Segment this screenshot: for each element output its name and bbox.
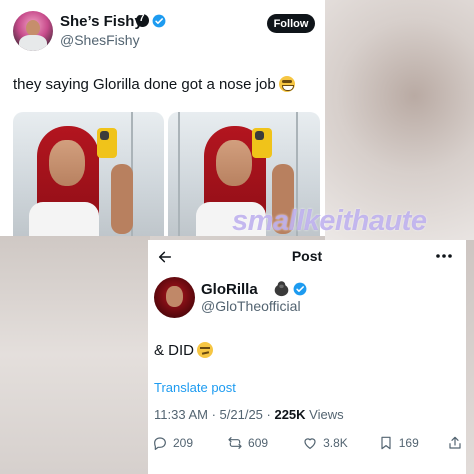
bookmark-icon	[381, 436, 391, 450]
top-tweet-card: She’s Fishy @ShesFishy Follow they sayin…	[0, 0, 325, 236]
heart-icon	[304, 438, 316, 449]
post-text: & DID	[154, 342, 214, 359]
repost-icon	[228, 437, 242, 449]
share-button[interactable]	[447, 435, 463, 451]
post-meta: 11:33 AM · 5/21/25 · 225K Views	[154, 407, 344, 422]
avatar[interactable]	[13, 11, 53, 51]
post-actions: 209 609 3.8K 169	[152, 435, 462, 451]
tweet-photo-1[interactable]	[13, 112, 164, 236]
background-blur-left	[0, 235, 150, 474]
translate-post-link[interactable]: Translate post	[154, 380, 236, 395]
affiliate-badge-icon	[136, 13, 149, 27]
repost-count: 609	[248, 436, 269, 450]
unamused-face-emoji-icon	[197, 342, 214, 358]
post-date[interactable]: 5/21/25	[220, 407, 263, 422]
handle[interactable]: @ShesFishy	[60, 32, 140, 48]
avatar[interactable]	[154, 277, 195, 318]
name-badges	[136, 13, 166, 28]
reply-button[interactable]: 209	[152, 435, 193, 451]
reply-count: 209	[173, 436, 194, 450]
more-options-icon[interactable]	[436, 253, 452, 259]
tweet-text: they saying Glorilla done got a nose job	[13, 76, 295, 93]
follow-button[interactable]: Follow	[267, 14, 315, 33]
views-label: Views	[309, 407, 344, 422]
display-name[interactable]: GloRilla	[201, 281, 258, 298]
tweet-text-body: they saying Glorilla done got a nose job	[13, 76, 276, 93]
handle[interactable]: @GloTheofficial	[201, 298, 301, 314]
views-count: 225K	[274, 407, 306, 422]
post-text-body: & DID	[154, 342, 195, 359]
share-icon	[449, 436, 461, 449]
display-name[interactable]: She’s Fishy	[60, 13, 143, 30]
page-title: Post	[291, 248, 323, 264]
repost-button[interactable]: 609	[227, 435, 268, 451]
reply-icon	[154, 437, 166, 450]
grimacing-face-emoji-icon	[278, 76, 295, 92]
bookmark-button[interactable]: 169	[378, 435, 419, 451]
verified-icon	[293, 282, 307, 296]
verified-icon	[152, 14, 166, 28]
post-time[interactable]: 11:33 AM	[154, 407, 208, 422]
background-blur-right	[325, 0, 474, 240]
watermark: smallkeithaute	[232, 205, 427, 237]
post-card: Post GloRilla @GloTheofficial & DID Tran…	[148, 240, 466, 474]
gorilla-emoji-icon	[274, 281, 289, 297]
like-count: 3.8K	[323, 436, 348, 450]
like-button[interactable]: 3.8K	[302, 435, 348, 451]
bookmark-count: 169	[398, 436, 419, 450]
